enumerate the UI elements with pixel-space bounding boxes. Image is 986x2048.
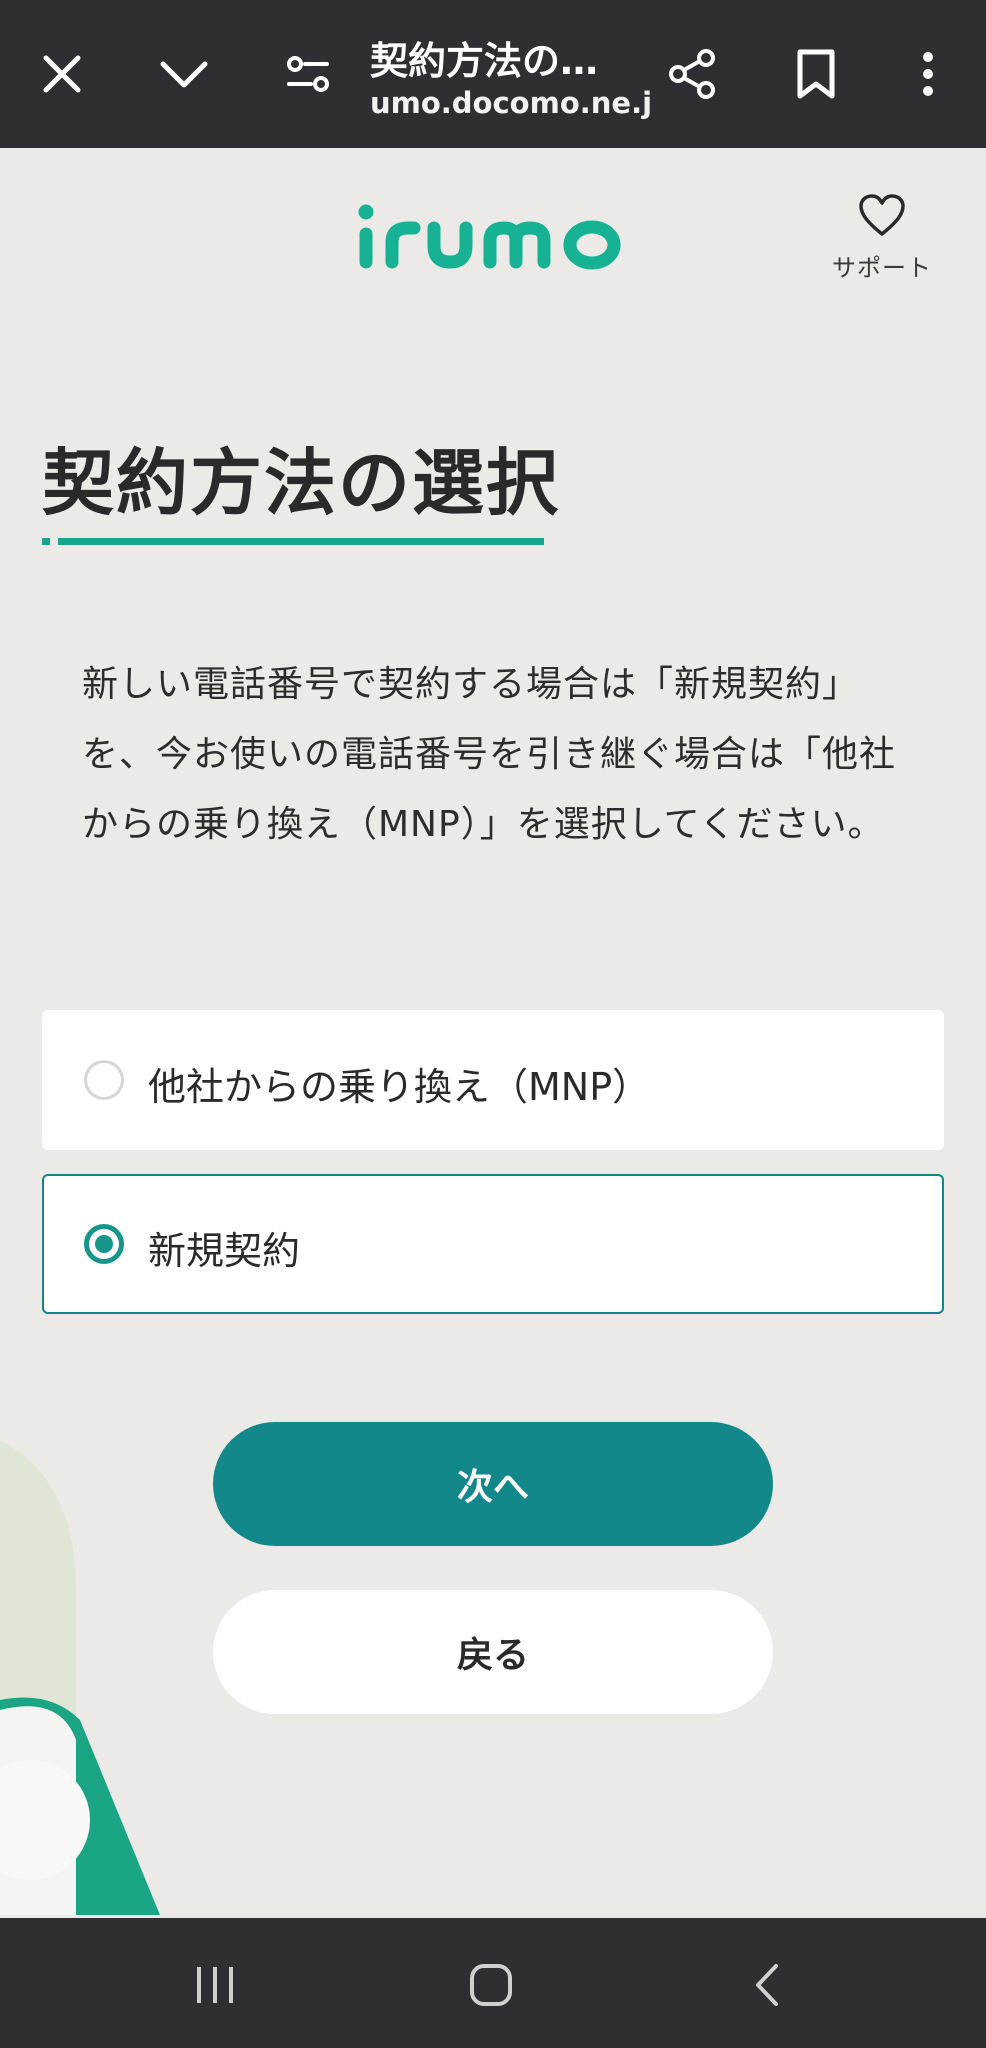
url-bar[interactable]: umo.docomo.ne.jp — [370, 86, 650, 120]
recent-apps-icon[interactable] — [180, 1950, 250, 2020]
title-underline-accent — [42, 538, 50, 545]
site-settings-icon[interactable] — [272, 38, 344, 110]
back-button[interactable]: 戻る — [213, 1590, 773, 1714]
next-button[interactable]: 次へ — [213, 1422, 773, 1546]
more-vert-icon[interactable] — [892, 38, 964, 110]
option-mnp[interactable]: 他社からの乗り換え（MNP） — [42, 1010, 944, 1150]
support-label: サポート — [832, 254, 932, 282]
bookmark-icon[interactable] — [780, 38, 852, 110]
irumo-logo[interactable] — [352, 198, 632, 278]
system-navigation-bar — [0, 1918, 986, 2048]
tab-title: 契約方法の… — [370, 39, 599, 83]
page-description: 新しい電話番号で契約する場合は「新規契約」を、今お使いの電話番号を引き継ぐ場合は… — [82, 664, 897, 845]
close-icon[interactable] — [26, 38, 98, 110]
heart-icon — [859, 194, 905, 236]
title-underline — [58, 538, 544, 545]
chevron-down-icon[interactable] — [148, 38, 220, 110]
back-nav-icon[interactable] — [732, 1950, 802, 2020]
radio-selected-icon[interactable] — [84, 1224, 124, 1264]
radio-unselected-icon[interactable] — [84, 1060, 124, 1100]
home-icon[interactable] — [456, 1950, 526, 2020]
support-link[interactable]: サポート — [822, 192, 942, 292]
decorative-illustration — [0, 1440, 170, 1915]
option-label: 他社からの乗り換え（MNP） — [148, 1065, 651, 1109]
page-title: 契約方法の選択 — [42, 441, 561, 525]
option-new-contract[interactable]: 新規契約 — [42, 1174, 944, 1314]
browser-toolbar: 契約方法の… umo.docomo.ne.jp — [0, 0, 986, 148]
option-label: 新規契約 — [148, 1229, 301, 1273]
share-icon[interactable] — [656, 38, 728, 110]
